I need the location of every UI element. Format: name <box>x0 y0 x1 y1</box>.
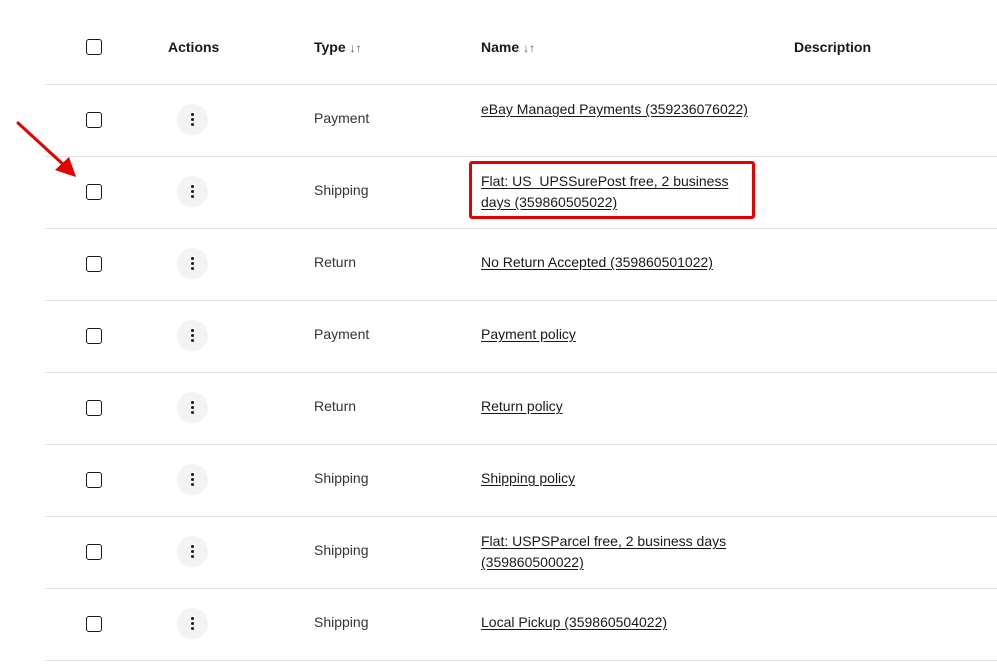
kebab-dot <box>191 617 194 620</box>
type-header-label: Type <box>314 39 346 55</box>
table-row: Shipping Local Pickup (359860504022) <box>45 589 997 661</box>
row-actions-menu-button[interactable] <box>177 608 208 639</box>
kebab-dot <box>191 195 194 198</box>
type-header[interactable]: Type ↓↑ <box>314 37 362 59</box>
annotation-arrow-icon <box>16 121 76 177</box>
name-header[interactable]: Name ↓↑ <box>481 37 535 59</box>
description-header: Description <box>794 39 872 55</box>
kebab-dot <box>191 555 194 558</box>
kebab-dot <box>191 267 194 270</box>
kebab-dot <box>191 262 194 265</box>
kebab-dot <box>191 483 194 486</box>
sort-arrows-icon[interactable]: ↓↑ <box>350 38 362 59</box>
kebab-dot <box>191 545 194 548</box>
row-actions-menu-button[interactable] <box>177 248 208 279</box>
kebab-dot <box>191 123 194 126</box>
row-actions-menu-button[interactable] <box>177 392 208 423</box>
kebab-dot <box>191 401 194 404</box>
business-policies-table: Actions Type ↓↑ Name ↓↑ Description Paymen… <box>0 0 997 664</box>
row-actions-menu-button[interactable] <box>177 176 208 207</box>
table-row: Return Return policy <box>45 373 997 445</box>
table-row: Payment eBay Managed Payments (359236076… <box>45 85 997 157</box>
actions-header: Actions <box>168 39 220 55</box>
row-select-checkbox[interactable] <box>86 400 102 416</box>
policy-name-link[interactable]: Flat: USPSParcel free, 2 business days (… <box>481 533 726 570</box>
kebab-dot <box>191 257 194 260</box>
name-header-label: Name <box>481 39 520 55</box>
kebab-dot <box>191 329 194 332</box>
policy-type: Return <box>314 254 357 270</box>
policy-type: Shipping <box>314 542 369 558</box>
row-select-checkbox[interactable] <box>86 112 102 128</box>
policy-type: Payment <box>314 110 370 126</box>
kebab-dot <box>191 411 194 414</box>
kebab-dot <box>191 339 194 342</box>
row-select-checkbox[interactable] <box>86 328 102 344</box>
annotation-highlight-box <box>469 161 755 219</box>
row-select-checkbox[interactable] <box>86 184 102 200</box>
sort-arrows-icon[interactable]: ↓↑ <box>523 38 535 59</box>
kebab-dot <box>191 550 194 553</box>
kebab-dot <box>191 190 194 193</box>
kebab-dot <box>191 113 194 116</box>
kebab-dot <box>191 185 194 188</box>
row-actions-menu-button[interactable] <box>177 320 208 351</box>
row-select-checkbox[interactable] <box>86 472 102 488</box>
policy-name-link[interactable]: eBay Managed Payments (359236076022) <box>481 101 748 117</box>
policy-name-link[interactable]: Shipping policy <box>481 470 575 486</box>
policy-name-link[interactable]: No Return Accepted (359860501022) <box>481 254 713 270</box>
policy-type: Shipping <box>314 470 369 486</box>
table-row: Shipping Flat: USPSParcel free, 2 busine… <box>45 517 997 589</box>
select-all-checkbox[interactable] <box>86 39 102 55</box>
row-select-checkbox[interactable] <box>86 544 102 560</box>
policy-name-link[interactable]: Return policy <box>481 398 563 414</box>
policy-type: Payment <box>314 326 370 342</box>
table-header-row: Actions Type ↓↑ Name ↓↑ Description <box>45 12 997 85</box>
kebab-dot <box>191 622 194 625</box>
policy-type: Return <box>314 398 357 414</box>
row-select-checkbox[interactable] <box>86 256 102 272</box>
row-select-checkbox[interactable] <box>86 616 102 632</box>
table-row: Payment Payment policy <box>45 301 997 373</box>
row-actions-menu-button[interactable] <box>177 104 208 135</box>
kebab-dot <box>191 478 194 481</box>
kebab-dot <box>191 473 194 476</box>
policy-type: Shipping <box>314 614 369 630</box>
table-row: Shipping Shipping policy <box>45 445 997 517</box>
policy-type: Shipping <box>314 182 369 198</box>
policy-name-link[interactable]: Payment policy <box>481 326 576 342</box>
policy-name-link[interactable]: Local Pickup (359860504022) <box>481 614 667 630</box>
kebab-dot <box>191 406 194 409</box>
kebab-dot <box>191 627 194 630</box>
kebab-dot <box>191 334 194 337</box>
row-actions-menu-button[interactable] <box>177 536 208 567</box>
table-row: Return No Return Accepted (359860501022) <box>45 229 997 301</box>
row-actions-menu-button[interactable] <box>177 464 208 495</box>
kebab-dot <box>191 118 194 121</box>
